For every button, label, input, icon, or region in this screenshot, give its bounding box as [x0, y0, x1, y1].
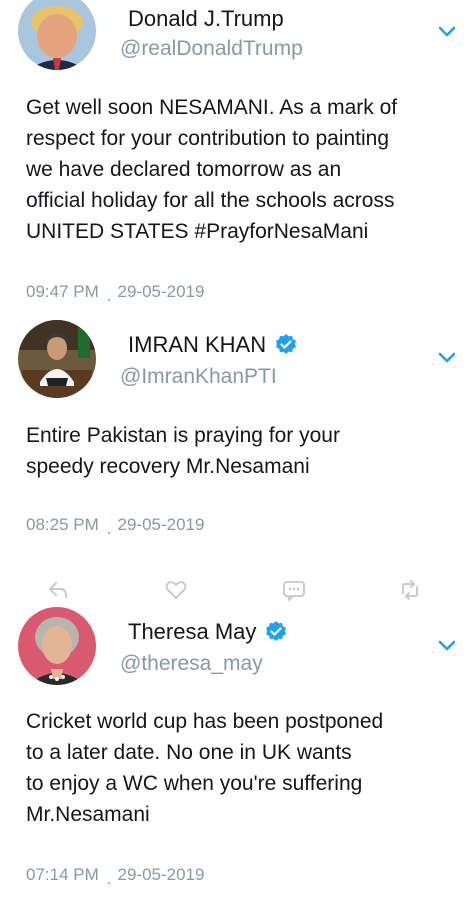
direct-message-icon[interactable] [280, 576, 308, 604]
avatar-image-trump [18, 0, 96, 70]
verified-badge-icon [266, 621, 287, 641]
tweet-time: 07:14 PM [26, 865, 99, 884]
tweet-timestamp: 09:47 PM. 29-05-2019 [26, 282, 205, 305]
retweet-icon[interactable] [396, 576, 424, 604]
tweet-timestamp: 08:25 PM. 29-05-2019 [26, 515, 205, 538]
display-name[interactable]: Donald J.Trump [128, 6, 284, 32]
tweet-text: Get well soon NESAMANI. As a mark of res… [26, 96, 398, 243]
tweet-text: Cricket world cup has been postponed to … [26, 710, 384, 826]
avatar-image-imran-khan [18, 320, 96, 398]
timestamp-separator: . [106, 286, 112, 305]
chevron-down-icon[interactable] [434, 344, 460, 370]
chevron-down-icon[interactable] [434, 18, 460, 44]
user-handle[interactable]: @realDonaldTrump [120, 37, 303, 61]
timestamp-separator: . [106, 869, 112, 888]
user-handle[interactable]: @ImranKhanPTI [120, 365, 277, 389]
avatar[interactable] [18, 0, 96, 70]
tweet-action-bar [0, 576, 470, 606]
timestamp-separator: . [106, 519, 112, 538]
avatar-image-theresa-may [18, 607, 96, 685]
tweet-date: 29-05-2019 [117, 282, 205, 301]
tweet-text: Entire Pakistan is praying for your spee… [26, 424, 340, 478]
tweet-time: 08:25 PM [26, 515, 99, 534]
chevron-down-icon[interactable] [434, 632, 460, 658]
like-icon[interactable] [162, 576, 190, 604]
tweet-timestamp: 07:14 PM. 29-05-2019 [26, 865, 205, 888]
avatar[interactable] [18, 320, 96, 398]
reply-icon[interactable] [44, 576, 72, 604]
display-name[interactable]: IMRAN KHAN [128, 332, 266, 358]
tweet-date: 29-05-2019 [117, 515, 205, 534]
tweet-date: 29-05-2019 [117, 865, 205, 884]
avatar[interactable] [18, 607, 96, 685]
display-name[interactable]: Theresa May [128, 619, 256, 645]
user-handle[interactable]: @theresa_may [120, 652, 263, 676]
verified-badge-icon [276, 334, 297, 354]
tweet-time: 09:47 PM [26, 282, 99, 301]
